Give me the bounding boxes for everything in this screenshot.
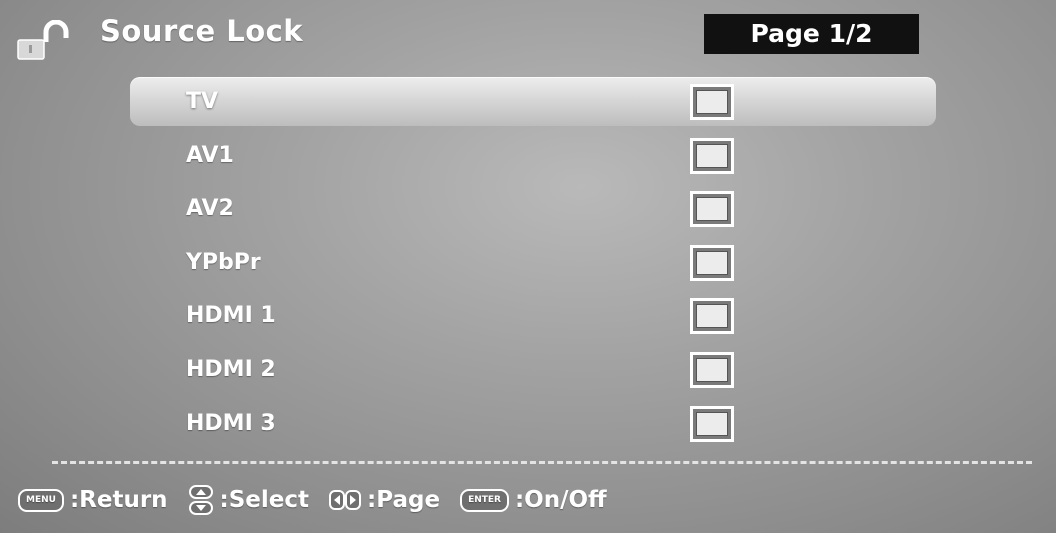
- page-title: Source Lock: [100, 14, 304, 48]
- source-row-av1[interactable]: AV1: [130, 131, 936, 185]
- onoff-hint: :On/Off: [514, 487, 607, 513]
- up-down-arrows-icon: [188, 485, 213, 515]
- left-right-arrows-icon: [329, 490, 362, 510]
- button-hint-bar: MENU :Return :Select :Page ENTER :On/Off: [18, 482, 627, 518]
- menu-key-icon: MENU: [18, 488, 64, 512]
- unlocked-padlock-icon: [17, 20, 69, 60]
- source-row-hdmi3[interactable]: HDMI 3: [130, 399, 936, 453]
- lock-checkbox[interactable]: [690, 137, 734, 174]
- header: Source Lock Page 1/2: [0, 0, 1056, 70]
- lock-checkbox[interactable]: [690, 405, 734, 442]
- source-row-hdmi1[interactable]: HDMI 1: [130, 291, 936, 345]
- source-label: HDMI 3: [186, 410, 276, 436]
- source-row-av2[interactable]: AV2: [130, 184, 936, 238]
- source-row-tv[interactable]: TV: [130, 77, 936, 126]
- page-indicator: Page 1/2: [704, 14, 919, 54]
- lock-checkbox[interactable]: [690, 351, 734, 388]
- source-lock-screen: Source Lock Page 1/2 TV AV1 AV2 YPbPr HD…: [0, 0, 1056, 533]
- source-label: HDMI 1: [186, 303, 276, 329]
- lock-checkbox[interactable]: [690, 84, 734, 120]
- dashed-divider: [52, 461, 1032, 464]
- source-label: HDMI 2: [186, 356, 276, 382]
- return-hint: :Return: [69, 487, 168, 513]
- page-hint: :Page: [367, 487, 441, 513]
- source-label: AV1: [186, 142, 234, 168]
- source-label: AV2: [186, 196, 234, 222]
- source-label: TV: [186, 89, 219, 114]
- lock-checkbox[interactable]: [690, 298, 734, 335]
- lock-checkbox[interactable]: [690, 191, 734, 228]
- source-row-hdmi2[interactable]: HDMI 2: [130, 345, 936, 399]
- lock-checkbox[interactable]: [690, 244, 734, 281]
- source-list: TV AV1 AV2 YPbPr HDMI 1 HDMI 2 HDMI 3: [130, 77, 936, 452]
- source-row-ypbpr[interactable]: YPbPr: [130, 238, 936, 292]
- enter-key-icon: ENTER: [460, 488, 509, 512]
- select-hint: :Select: [219, 487, 310, 513]
- source-label: YPbPr: [186, 249, 261, 275]
